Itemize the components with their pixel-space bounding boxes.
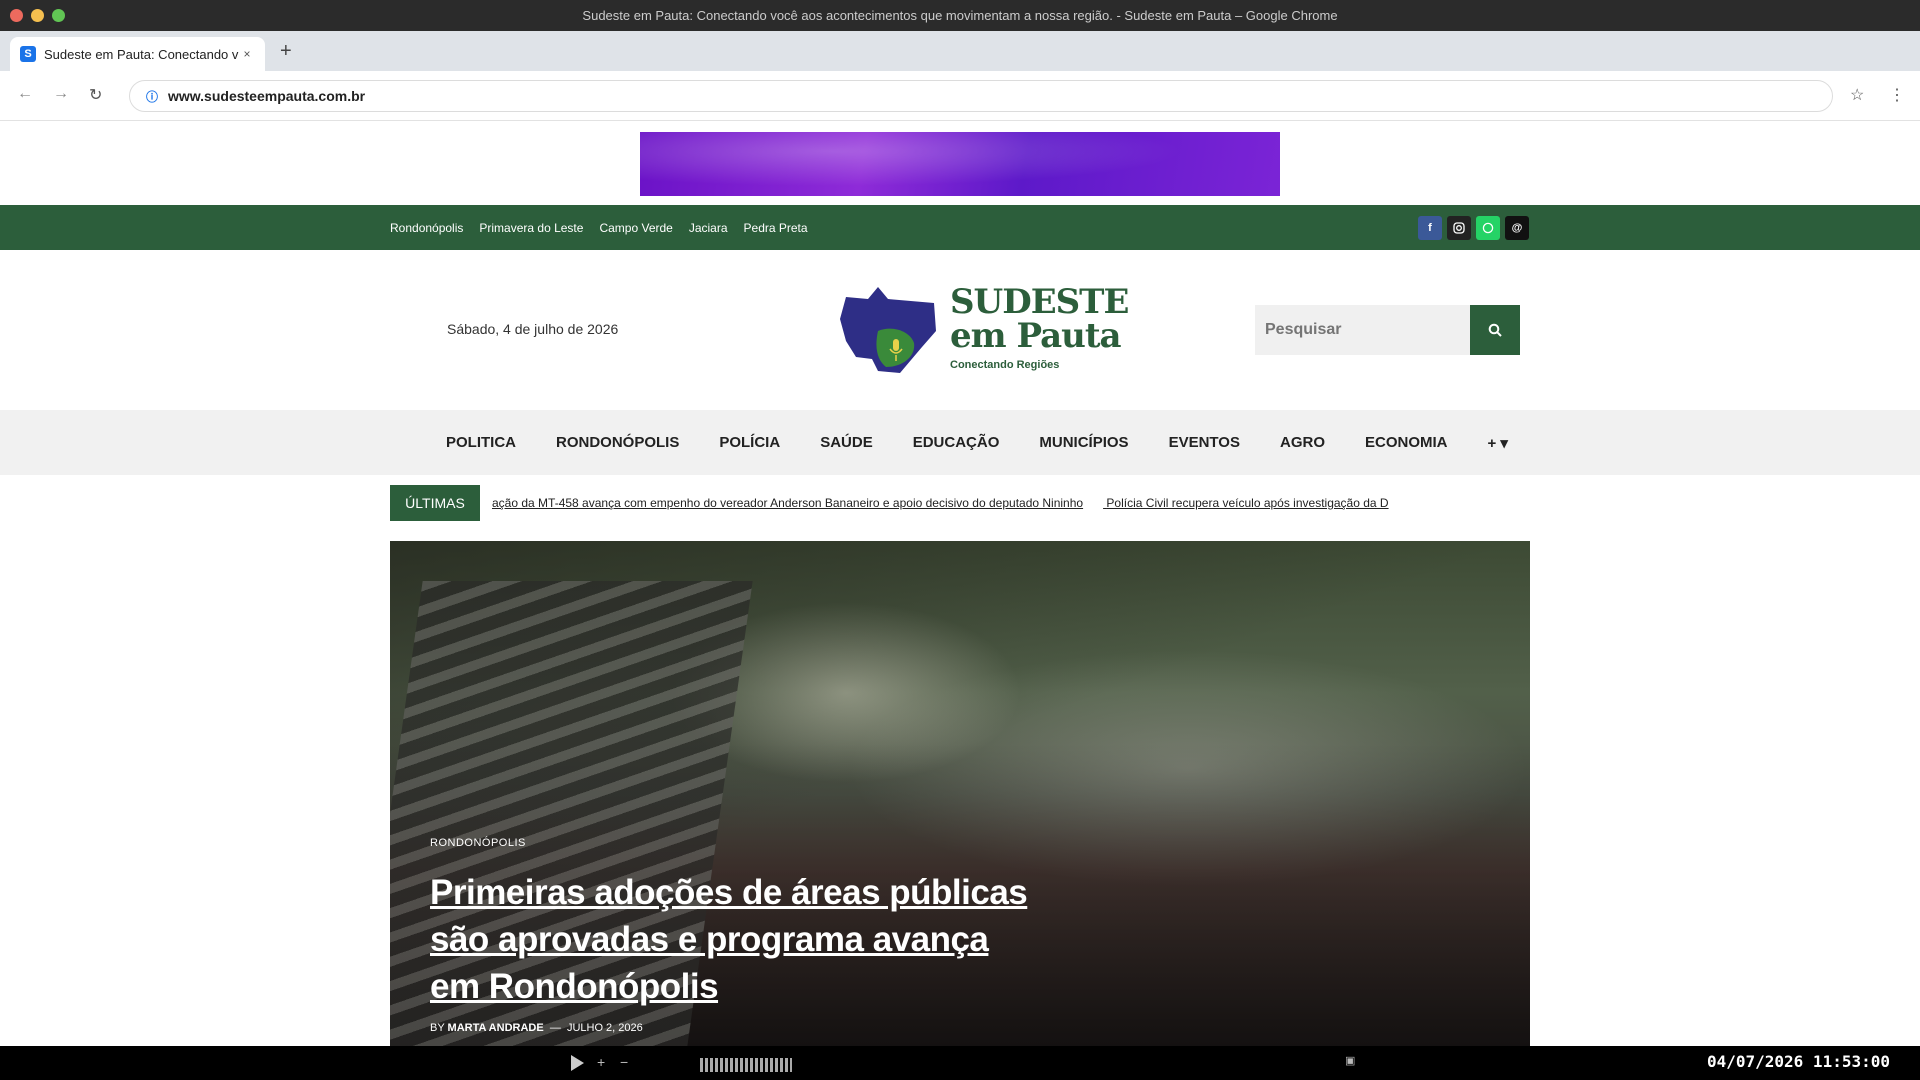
- volume-down-icon[interactable]: −: [620, 1054, 628, 1070]
- nav-item-politica[interactable]: POLITICA: [446, 434, 516, 451]
- browser-menu-icon[interactable]: ⋮: [1889, 85, 1905, 105]
- threads-icon[interactable]: @: [1505, 216, 1529, 240]
- logo-wordmark: SUDESTE em Pauta: [950, 282, 1129, 356]
- top-bar: Rondonópolis Primavera do Leste Campo Ve…: [0, 205, 1920, 250]
- main-navigation: POLITICA RONDONÓPOLIS POLÍCIA SAÚDE EDUC…: [0, 410, 1920, 475]
- site-logo[interactable]: SUDESTE em Pauta Conectando Regiões: [838, 285, 1129, 375]
- city-link-rondonopolis[interactable]: Rondonópolis: [390, 221, 463, 235]
- back-icon[interactable]: ←: [17, 85, 33, 103]
- article-category[interactable]: RONDONÓPOLIS: [430, 837, 1030, 849]
- nav-item-educacao[interactable]: EDUCAÇÃO: [913, 434, 1000, 451]
- close-tab-icon[interactable]: ×: [239, 46, 255, 62]
- city-links: Rondonópolis Primavera do Leste Campo Ve…: [390, 205, 808, 250]
- window-titlebar: Sudeste em Pauta: Conectando você aos ac…: [0, 0, 1920, 31]
- ticker-item[interactable]: ação da MT-458 avança com empenho do ver…: [492, 496, 1083, 510]
- nav-item-municipios[interactable]: MUNICÍPIOS: [1039, 434, 1128, 451]
- browser-toolbar: ← → ↻ ⓘ www.sudesteempauta.com.br ☆ ⋮: [0, 71, 1920, 121]
- city-link-pedra-preta[interactable]: Pedra Preta: [744, 221, 808, 235]
- minimize-window-icon[interactable]: [31, 9, 44, 22]
- search-form: [1255, 305, 1520, 355]
- current-date: Sábado, 4 de julho de 2026: [447, 321, 619, 337]
- instagram-icon[interactable]: [1447, 216, 1471, 240]
- bookmark-star-icon[interactable]: ☆: [1850, 85, 1864, 105]
- browser-tab[interactable]: S Sudeste em Pauta: Conectando v… ×: [10, 37, 265, 71]
- nav-item-agro[interactable]: AGRO: [1280, 434, 1325, 451]
- ad-banner[interactable]: [640, 132, 1280, 196]
- city-link-primavera[interactable]: Primavera do Leste: [479, 221, 583, 235]
- ticker-label: ÚLTIMAS: [390, 485, 480, 521]
- nav-item-saude[interactable]: SAÚDE: [820, 434, 873, 451]
- address-bar[interactable]: ⓘ www.sudesteempauta.com.br: [129, 80, 1833, 112]
- reload-icon[interactable]: ↻: [89, 85, 102, 105]
- ticker-track: ação da MT-458 avança com empenho do ver…: [492, 496, 1467, 510]
- audio-waveform: [700, 1058, 792, 1072]
- logo-map-icon: [840, 287, 936, 373]
- article-author[interactable]: MARTA ANDRADE: [448, 1022, 544, 1034]
- forward-icon[interactable]: →: [53, 85, 69, 103]
- news-ticker: ÚLTIMAS ação da MT-458 avança com empenh…: [390, 485, 1530, 521]
- media-player-bar: + − ▣ 04/07/2026 11:53:00: [0, 1046, 1920, 1080]
- tab-strip: S Sudeste em Pauta: Conectando v… × +: [0, 31, 1920, 71]
- close-window-icon[interactable]: [10, 9, 23, 22]
- whatsapp-icon[interactable]: [1476, 216, 1500, 240]
- nav-item-economia[interactable]: ECONOMIA: [1365, 434, 1448, 451]
- featured-article-content: RONDONÓPOLIS Primeiras adoções de áreas …: [430, 837, 1030, 1034]
- nav-item-eventos[interactable]: EVENTOS: [1169, 434, 1240, 451]
- site-favicon-icon: S: [20, 46, 36, 62]
- nav-more-dropdown[interactable]: + ▾: [1487, 434, 1507, 452]
- search-input[interactable]: [1255, 305, 1470, 355]
- nav-item-policia[interactable]: POLÍCIA: [719, 434, 780, 451]
- maximize-window-icon[interactable]: [52, 9, 65, 22]
- city-link-jaciara[interactable]: Jaciara: [689, 221, 728, 235]
- play-icon[interactable]: [568, 1054, 586, 1075]
- nav-item-rondonopolis[interactable]: RONDONÓPOLIS: [556, 434, 679, 451]
- featured-article[interactable]: RONDONÓPOLIS Primeiras adoções de áreas …: [390, 541, 1530, 1046]
- search-icon: [1488, 323, 1502, 337]
- tab-title: Sudeste em Pauta: Conectando v…: [44, 46, 239, 62]
- facebook-icon[interactable]: f: [1418, 216, 1442, 240]
- player-small-icon[interactable]: ▣: [1345, 1054, 1355, 1067]
- article-date: JULHO 2, 2026: [566, 1022, 643, 1034]
- window-controls[interactable]: [10, 9, 65, 22]
- article-meta: BY MARTA ANDRADE — JULHO 2, 2026: [430, 1022, 643, 1034]
- new-tab-button[interactable]: +: [280, 40, 292, 63]
- url-text: www.sudesteempauta.com.br: [168, 88, 366, 104]
- site-info-icon[interactable]: ⓘ: [146, 88, 158, 105]
- logo-tagline: Conectando Regiões: [950, 359, 1060, 371]
- search-button[interactable]: [1470, 305, 1520, 355]
- city-link-campo-verde[interactable]: Campo Verde: [599, 221, 672, 235]
- social-links: f @: [1418, 216, 1529, 240]
- article-title[interactable]: Primeiras adoções de áreas públicas são …: [430, 869, 1030, 1010]
- volume-up-icon[interactable]: +: [597, 1054, 605, 1070]
- ticker-item[interactable]: Polícia Civil recupera veículo após inve…: [1106, 496, 1388, 510]
- window-title: Sudeste em Pauta: Conectando você aos ac…: [582, 8, 1338, 23]
- clock-readout: 04/07/2026 11:53:00: [1706, 1052, 1890, 1071]
